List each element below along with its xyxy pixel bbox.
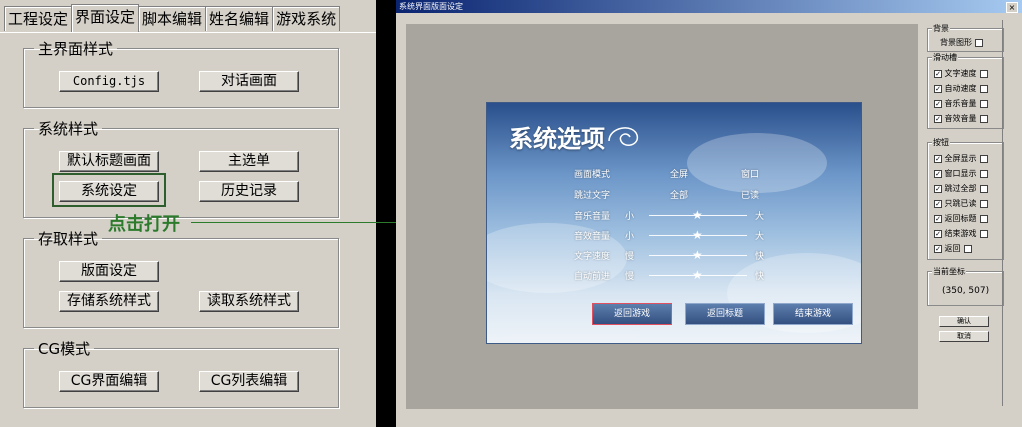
slider-item-auto-speed[interactable]: ✓ 自动速度 <box>934 83 988 94</box>
button-item-skip-read[interactable]: ✓ 只跳已读 <box>934 198 988 209</box>
text-speed-min: 慢 <box>625 252 635 262</box>
current-coordinates-title: 当前坐标 <box>932 266 966 277</box>
swirl-icon <box>608 127 639 146</box>
auto-advance-knob[interactable]: ★ <box>692 269 703 281</box>
fullscreen-option[interactable]: 全屏 <box>670 167 688 180</box>
check-icon[interactable]: ✓ <box>934 84 942 93</box>
button-item-label: 全屏显示 <box>944 154 977 163</box>
music-volume-max: 大 <box>755 212 765 222</box>
music-volume-knob[interactable]: ★ <box>692 209 703 221</box>
button-item-skip-all[interactable]: ✓ 跳过全部 <box>934 183 988 194</box>
button-group-title: 按钮 <box>932 137 950 148</box>
slider-item-text-speed[interactable]: ✓ 文字速度 <box>934 68 988 79</box>
skip-all-option[interactable]: 全部 <box>670 188 688 201</box>
slider-item-label: 自动速度 <box>944 84 977 93</box>
background-group-title: 背景 <box>932 23 950 34</box>
tab-interface-settings[interactable]: 界面设定 <box>71 4 140 32</box>
music-volume-label: 音乐音量 <box>574 212 611 222</box>
sfx-volume-min: 小 <box>625 232 635 242</box>
button-item-checkbox[interactable] <box>963 244 972 253</box>
preview-canvas: 系统选项 画面模式 全屏 窗口 跳过文字 全部 已读 音乐音量 小 ★ 大 音效… <box>406 24 918 409</box>
button-item-exit-game[interactable]: ✓ 结束游戏 <box>934 228 988 239</box>
auto-advance-max: 快 <box>755 272 765 282</box>
exit-game-button[interactable]: 结束游戏 <box>773 303 853 325</box>
sfx-volume-label: 音效音量 <box>574 232 611 242</box>
return-to-title-button[interactable]: 返回标题 <box>685 303 765 325</box>
button-item-label: 返回标题 <box>944 214 977 223</box>
window-titlebar: 系统界面版面设定 × <box>396 0 1022 13</box>
check-icon[interactable]: ✓ <box>934 199 942 208</box>
slider-item-checkbox[interactable] <box>979 69 988 78</box>
current-coordinates-value: (350, 507) <box>942 286 990 296</box>
button-item-label: 窗口显示 <box>944 169 977 178</box>
system-layout-window: 系统界面版面设定 × 系统选项 画面模式 全屏 窗口 跳过文字 全部 已读 音乐… <box>396 0 1022 427</box>
check-icon[interactable]: ✓ <box>934 169 942 178</box>
button-item-label: 跳过全部 <box>944 184 977 193</box>
slider-item-checkbox[interactable] <box>979 99 988 108</box>
check-icon[interactable]: ✓ <box>934 184 942 193</box>
slider-group-title: 滑动槽 <box>932 52 958 63</box>
preview-title: 系统选项 <box>509 124 605 153</box>
check-icon[interactable]: ✓ <box>934 99 942 108</box>
window-option[interactable]: 窗口 <box>741 167 759 180</box>
skip-text-label: 跳过文字 <box>574 191 611 201</box>
button-item-label: 返回 <box>944 244 961 253</box>
slider-item-label: 文字速度 <box>944 69 977 78</box>
background-image-checkbox[interactable] <box>975 38 983 47</box>
cloud-decoration <box>687 133 827 193</box>
close-icon[interactable]: × <box>1006 2 1018 13</box>
slider-item-checkbox[interactable] <box>979 114 988 123</box>
button-item-label: 结束游戏 <box>944 229 977 238</box>
return-to-game-button[interactable]: 返回游戏 <box>592 303 672 325</box>
check-icon[interactable]: ✓ <box>934 69 942 78</box>
button-item-checkbox[interactable] <box>979 169 988 178</box>
button-item-checkbox[interactable] <box>979 154 988 163</box>
check-icon[interactable]: ✓ <box>934 114 942 123</box>
slider-item-label: 音乐音量 <box>944 99 977 108</box>
background-image-label: 背景图形 <box>940 38 972 47</box>
confirm-button[interactable]: 确认 <box>939 316 989 327</box>
button-item-window[interactable]: ✓ 窗口显示 <box>934 168 988 179</box>
button-item-label: 只跳已读 <box>944 199 977 208</box>
button-item-fullscreen[interactable]: ✓ 全屏显示 <box>934 153 988 164</box>
music-volume-min: 小 <box>625 212 635 222</box>
text-speed-label: 文字速度 <box>574 252 611 262</box>
slider-group: 滑动槽 ✓ 文字速度 ✓ 自动速度 ✓ 音乐音量 ✓ 音效音量 <box>927 52 1004 129</box>
button-item-checkbox[interactable] <box>979 184 988 193</box>
window-title: 系统界面版面设定 <box>399 2 463 11</box>
text-speed-max: 快 <box>755 252 765 262</box>
text-speed-knob[interactable]: ★ <box>692 249 703 261</box>
system-options-preview: 系统选项 画面模式 全屏 窗口 跳过文字 全部 已读 音乐音量 小 ★ 大 音效… <box>486 102 862 344</box>
auto-advance-min: 慢 <box>625 272 635 282</box>
button-item-return[interactable]: ✓ 返回 <box>934 243 972 254</box>
cancel-button[interactable]: 取消 <box>939 331 989 342</box>
check-icon[interactable]: ✓ <box>934 214 942 223</box>
check-icon[interactable]: ✓ <box>934 229 942 238</box>
button-item-checkbox[interactable] <box>979 214 988 223</box>
window-scroll-edge <box>1002 20 1003 406</box>
display-mode-label: 画面模式 <box>574 170 611 180</box>
button-group: 按钮 ✓ 全屏显示 ✓ 窗口显示 ✓ 跳过全部 ✓ 只跳已读 ✓ 返回标题 ✓ … <box>927 137 1004 260</box>
slider-item-music-volume[interactable]: ✓ 音乐音量 <box>934 98 988 109</box>
check-icon[interactable]: ✓ <box>934 154 942 163</box>
current-coordinates-group: 当前坐标 (350, 507) <box>927 266 1004 306</box>
slider-item-label: 音效音量 <box>944 114 977 123</box>
button-item-return-title[interactable]: ✓ 返回标题 <box>934 213 988 224</box>
button-item-checkbox[interactable] <box>979 199 988 208</box>
skip-read-option[interactable]: 已读 <box>741 188 759 201</box>
check-icon[interactable]: ✓ <box>934 244 942 253</box>
background-image-item[interactable]: 背景图形 <box>940 37 983 48</box>
background-group: 背景 背景图形 <box>927 23 1004 52</box>
sfx-volume-max: 大 <box>755 232 765 242</box>
sfx-volume-knob[interactable]: ★ <box>692 229 703 241</box>
slider-item-checkbox[interactable] <box>979 84 988 93</box>
auto-advance-label: 自动前进 <box>574 272 611 282</box>
slider-item-sfx-volume[interactable]: ✓ 音效音量 <box>934 113 988 124</box>
button-item-checkbox[interactable] <box>979 229 988 238</box>
